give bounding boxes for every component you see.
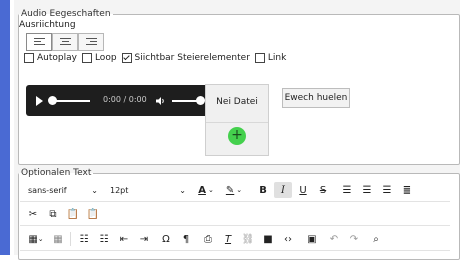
controls-checkbox[interactable] (121, 53, 132, 63)
autoplay-checkbox[interactable] (24, 53, 34, 63)
numbered-list-icon[interactable]: ☷ (95, 231, 113, 247)
table-props-icon[interactable]: ▦ (50, 231, 66, 247)
align-right-icon[interactable]: ☰ (378, 182, 396, 198)
font-family-value: sans-serif (28, 185, 67, 195)
remove-button[interactable]: Ewech huelen (282, 88, 350, 108)
autoplay-label: Autoplay (37, 53, 77, 63)
paste-text-icon[interactable]: 📋 (84, 206, 102, 222)
controls-label: Siichtbar Steierelementer (134, 53, 250, 63)
option-autoplay[interactable]: Autoplay (24, 53, 77, 63)
align-center-icon (59, 38, 71, 46)
link-label: Link (267, 53, 287, 63)
print-icon[interactable]: ⎙ (199, 231, 217, 247)
paste-icon[interactable]: 📋 (64, 206, 82, 222)
option-controls[interactable]: Siichtbar Steierelementer (121, 53, 250, 63)
align-left-button[interactable] (26, 33, 52, 51)
new-file-upload[interactable]: Nei Datei + (205, 84, 269, 156)
redo-icon[interactable]: ↷ (345, 231, 363, 247)
option-loop[interactable]: Loop (81, 53, 117, 63)
highlight-icon[interactable]: ✎ ⌄ (222, 182, 246, 198)
toolbar-divider (20, 225, 450, 226)
search-icon[interactable]: ⌕ (367, 231, 385, 247)
italic-icon[interactable]: I (274, 182, 292, 198)
unlink-icon[interactable]: ⛓ (239, 231, 257, 247)
editor-toolbar-row-3: ▦ ⌄ ▦ ☷ ☷ ⇤ ⇥ Ω ¶ ⎙ T ⛓ ■ ‹› ▣ ↶ ↷ ⌕ (20, 231, 385, 247)
plus-icon[interactable]: + (228, 127, 246, 145)
code-icon[interactable]: ‹› (279, 231, 297, 247)
alignment-button-group (26, 33, 104, 51)
indent-icon[interactable]: ⇥ (135, 231, 153, 247)
chevron-down-icon: ⌄ (179, 185, 186, 195)
clear-format-icon[interactable]: T (219, 231, 237, 247)
font-color-icon[interactable]: A ⌄ (194, 182, 218, 198)
volume-knob[interactable] (196, 96, 205, 105)
editor-toolbar-row-1: sans-serif ⌄ 12pt ⌄ A ⌄ ✎ ⌄ B I U S ☰ ☰ ☰ ≣ (20, 182, 416, 198)
align-center-button[interactable] (52, 33, 78, 51)
new-file-label: Nei Datei (216, 97, 258, 107)
bullet-list-icon[interactable]: ☷ (75, 231, 93, 247)
optional-text-legend: Optionalen Text (21, 168, 92, 178)
bookmark-icon[interactable]: ■ (259, 231, 277, 247)
align-left-icon[interactable]: ☰ (338, 182, 356, 198)
align-right-button[interactable] (78, 33, 104, 51)
font-size-value: 12pt (110, 185, 129, 195)
progress-knob[interactable] (48, 96, 57, 105)
time-readout: 0:00 / 0:00 (103, 95, 147, 104)
loop-label: Loop (94, 53, 117, 63)
underline-icon[interactable]: U (294, 182, 312, 198)
play-icon[interactable] (36, 96, 43, 106)
undo-icon[interactable]: ↶ (325, 231, 343, 247)
editor-panel: Audio Eegeschaften Ausriichtung Autoplay… (14, 0, 460, 260)
option-link[interactable]: Link (254, 53, 287, 63)
loop-checkbox[interactable] (81, 53, 92, 63)
chevron-down-icon: ⌄ (91, 185, 98, 195)
volume-icon[interactable] (156, 96, 166, 106)
font-size-select[interactable]: 12pt ⌄ (110, 186, 186, 195)
audio-player: 0:00 / 0:00 (26, 85, 210, 116)
align-justify-icon[interactable]: ≣ (398, 182, 416, 198)
cut-icon[interactable]: ✂ (24, 206, 42, 222)
pilcrow-icon[interactable]: ¶ (177, 231, 195, 247)
left-accent-bar (0, 0, 10, 255)
align-right-icon (85, 38, 97, 46)
align-center-icon[interactable]: ☰ (358, 182, 376, 198)
alignment-label: Ausriichtung (19, 20, 76, 30)
strikethrough-icon[interactable]: S (314, 182, 332, 198)
copy-icon[interactable]: ⧉ (44, 206, 62, 222)
outdent-icon[interactable]: ⇤ (115, 231, 133, 247)
toolbar-separator (70, 232, 71, 246)
bold-icon[interactable]: B (254, 182, 272, 198)
upload-divider (206, 122, 268, 123)
omega-icon[interactable]: Ω (157, 231, 175, 247)
audio-properties-legend: Audio Eegeschaften (21, 9, 111, 19)
align-left-icon (33, 38, 45, 46)
toolbar-divider (20, 250, 450, 251)
image-icon[interactable]: ▣ (303, 231, 321, 247)
link-checkbox[interactable] (254, 53, 265, 63)
font-family-select[interactable]: sans-serif ⌄ (28, 186, 98, 195)
editor-toolbar-row-2: ✂ ⧉ 📋 📋 (20, 206, 102, 222)
table-icon[interactable]: ▦ ⌄ (24, 231, 48, 247)
toolbar-divider (20, 201, 450, 202)
audio-options: Autoplay Loop Siichtbar Steierelementer … (24, 53, 291, 63)
